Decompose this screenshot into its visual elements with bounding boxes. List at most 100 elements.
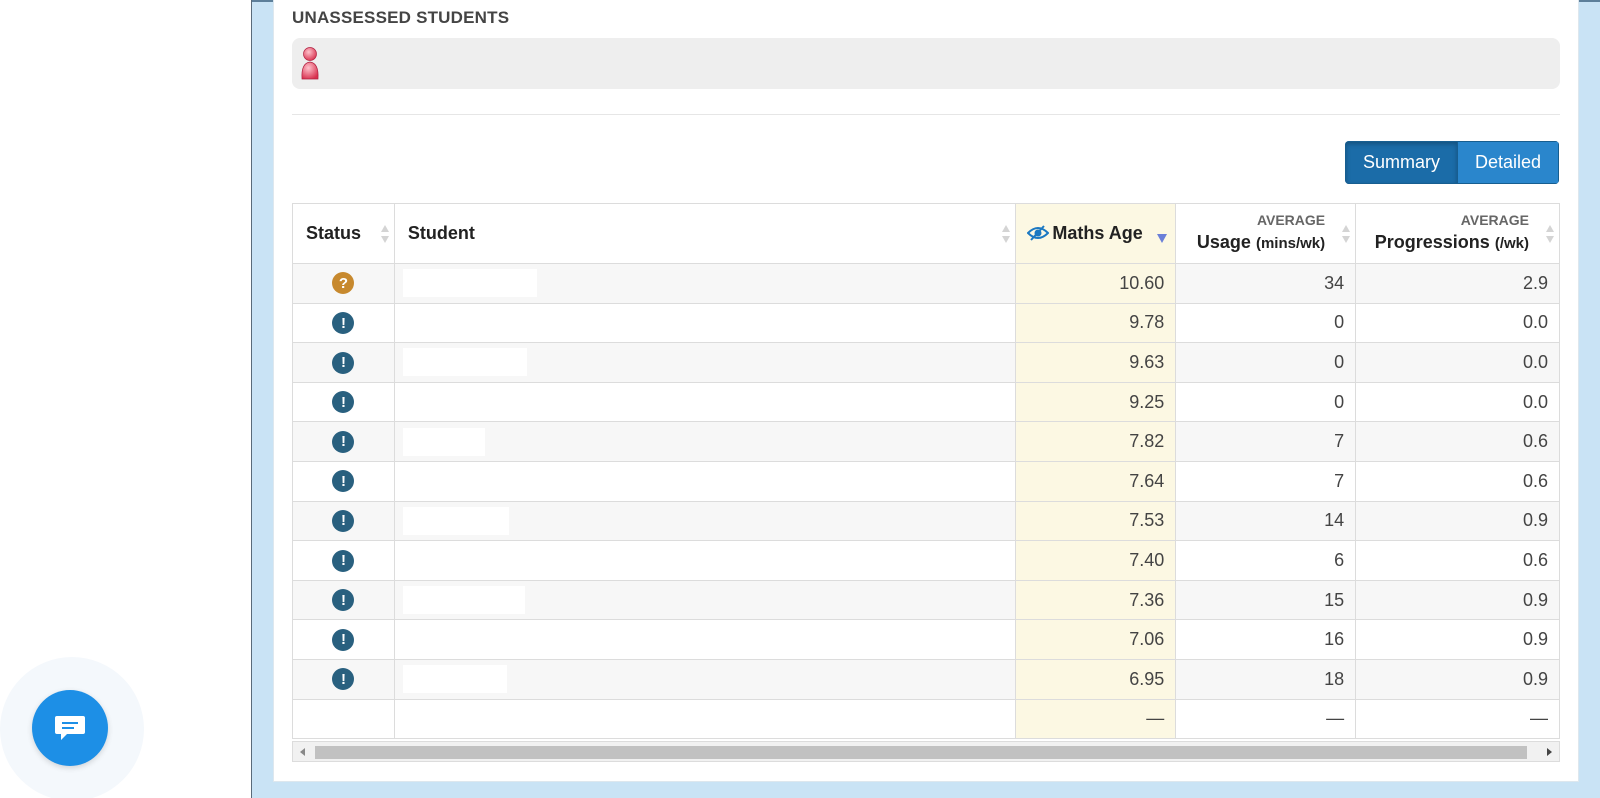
student-cell[interactable] [393, 421, 1017, 462]
alert-status-icon[interactable]: ! [332, 549, 355, 572]
progressions-header-unit: (/wk) [1494, 235, 1529, 252]
progressions-cell: 0.6 [1355, 460, 1560, 502]
student-cell[interactable] [393, 500, 1017, 542]
alert-status-icon[interactable]: ! [332, 668, 355, 691]
status-cell [292, 698, 395, 740]
alert-status-icon[interactable]: ! [332, 628, 355, 651]
scrollbar-thumb[interactable] [315, 746, 1527, 759]
maths-age-cell: 7.82 [1015, 421, 1177, 462]
usage-cell: 0 [1175, 342, 1357, 383]
progressions-cell: 0.0 [1355, 342, 1560, 383]
usage-cell: 15 [1175, 579, 1357, 621]
alert-status-icon[interactable]: ! [332, 509, 355, 532]
table-row[interactable]: ! 7.64 7 0.6 [292, 460, 1560, 502]
status-cell: ! [292, 579, 395, 621]
redacted-name [402, 427, 485, 456]
table-row[interactable]: ? 10.60 34 2.9 [292, 263, 1560, 304]
sort-icon[interactable] [1546, 225, 1554, 243]
usage-cell: 18 [1175, 658, 1357, 700]
maths-age-cell: 7.53 [1015, 500, 1177, 542]
alert-status-icon[interactable]: ! [332, 391, 355, 414]
student-cell[interactable] [393, 342, 1017, 383]
student-cell[interactable] [393, 658, 1017, 700]
redacted-name [402, 586, 525, 615]
status-cell: ! [292, 381, 395, 423]
table-row[interactable]: ! 7.36 15 0.9 [292, 579, 1560, 621]
progressions-cell: 0.0 [1355, 302, 1560, 344]
student-cell[interactable] [393, 263, 1017, 304]
usage-cell: 16 [1175, 619, 1357, 660]
table-row[interactable]: ! 9.78 0 0.0 [292, 302, 1560, 344]
progressions-column-header[interactable]: AVERAGE Progressions (/wk) [1355, 203, 1560, 264]
usage-cell: 6 [1175, 540, 1357, 581]
eye-icon[interactable] [1027, 225, 1050, 241]
student-cell[interactable] [393, 381, 1017, 423]
summary-button[interactable]: Summary [1345, 141, 1458, 184]
student-cell[interactable] [393, 540, 1017, 581]
student-column-header[interactable]: Student [393, 203, 1017, 264]
table-row[interactable]: ! 6.95 18 0.9 [292, 658, 1560, 700]
alert-status-icon[interactable]: ! [332, 351, 355, 374]
progressions-cell: 2.9 [1355, 263, 1560, 304]
table-header-row: Status Student Maths Age AVERAGE Usage (… [292, 203, 1560, 264]
maths-age-cell: 9.25 [1015, 381, 1177, 423]
redacted-name [402, 269, 537, 298]
usage-header-label: Usage [1196, 232, 1251, 252]
usage-cell: 14 [1175, 500, 1357, 542]
student-cell[interactable] [393, 579, 1017, 621]
progressions-cell: 0.9 [1355, 658, 1560, 700]
status-cell: ! [292, 658, 395, 700]
status-column-header[interactable]: Status [292, 203, 395, 264]
progressions-header-overline: AVERAGE [1460, 212, 1529, 228]
scroll-right-icon[interactable] [1547, 748, 1552, 756]
sort-icon[interactable] [380, 225, 389, 243]
status-cell: ? [292, 263, 395, 304]
progressions-cell: — [1355, 698, 1560, 740]
usage-header-unit: (mins/wk) [1255, 235, 1326, 252]
usage-header-overline: AVERAGE [1256, 212, 1326, 228]
horizontal-scrollbar[interactable] [292, 741, 1560, 762]
table-row[interactable]: ! 9.63 0 0.0 [292, 342, 1560, 383]
status-cell: ! [292, 500, 395, 542]
person-icon[interactable] [300, 46, 320, 80]
redacted-name [402, 506, 509, 535]
student-cell[interactable] [393, 302, 1017, 344]
usage-cell: 7 [1175, 421, 1357, 462]
chat-button[interactable] [32, 690, 108, 766]
redacted-name [402, 665, 507, 694]
usage-cell: — [1175, 698, 1357, 740]
scroll-left-icon[interactable] [300, 748, 305, 756]
table-row[interactable]: ! 9.25 0 0.0 [292, 381, 1560, 423]
student-cell[interactable] [393, 460, 1017, 502]
sort-descending-icon[interactable] [1157, 234, 1168, 243]
usage-column-header[interactable]: AVERAGE Usage (mins/wk) [1175, 203, 1357, 264]
students-table: Status Student Maths Age AVERAGE Usage (… [292, 203, 1560, 740]
status-cell: ! [292, 460, 395, 502]
table-row[interactable]: ! 7.53 14 0.9 [292, 500, 1560, 542]
progressions-cell: 0.0 [1355, 381, 1560, 423]
progressions-cell: 0.6 [1355, 540, 1560, 581]
table-row[interactable]: ! 7.82 7 0.6 [292, 421, 1560, 462]
progressions-cell: 0.9 [1355, 500, 1560, 542]
status-cell: ! [292, 342, 395, 383]
question-status-icon[interactable]: ? [332, 272, 355, 295]
sort-icon[interactable] [1002, 225, 1011, 243]
alert-status-icon[interactable]: ! [332, 470, 355, 493]
usage-cell: 34 [1175, 263, 1357, 304]
table-row[interactable]: ! 7.06 16 0.9 [292, 619, 1560, 660]
student-cell [393, 698, 1017, 740]
maths-age-column-header[interactable]: Maths Age [1015, 203, 1177, 264]
detailed-button[interactable]: Detailed [1458, 141, 1559, 184]
status-cell: ! [292, 302, 395, 344]
sort-icon[interactable] [1342, 225, 1351, 243]
status-cell: ! [292, 421, 395, 462]
alert-status-icon[interactable]: ! [332, 589, 355, 612]
alert-status-icon[interactable]: ! [332, 430, 355, 453]
alert-status-icon[interactable]: ! [332, 312, 355, 335]
maths-age-cell: 7.64 [1015, 460, 1177, 502]
progressions-cell: 0.6 [1355, 421, 1560, 462]
table-row[interactable]: ! 7.40 6 0.6 [292, 540, 1560, 581]
maths-age-cell: 7.06 [1015, 619, 1177, 660]
usage-cell: 0 [1175, 302, 1357, 344]
student-cell[interactable] [393, 619, 1017, 660]
